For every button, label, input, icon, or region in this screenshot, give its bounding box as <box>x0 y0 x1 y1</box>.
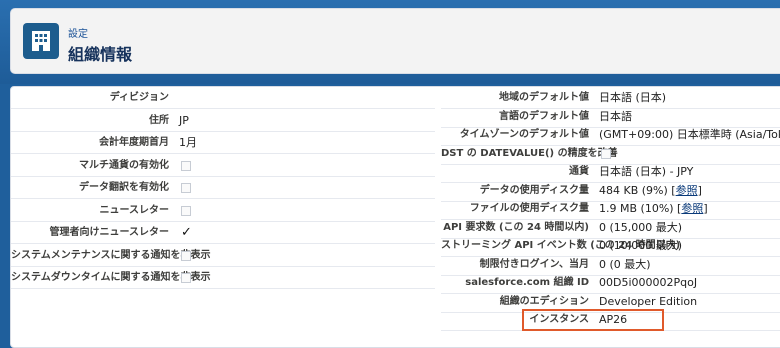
field-label: システムダウンタイムに関する通知を非表示 <box>11 272 211 283</box>
field-label: 管理者向けニュースレター <box>49 227 170 238</box>
left-field-row: ニュースレター <box>11 200 435 222</box>
checkbox-unchecked <box>181 183 191 193</box>
view-link[interactable]: 参照 <box>676 184 698 197</box>
left-field-row: 住所 JP <box>11 110 435 132</box>
left-field-row: データ翻訳を有効化 <box>11 177 435 199</box>
field-value: JP <box>179 113 189 127</box>
org-info-panel: ディビジョン住所 JP 会計年度期首月 1月 マルチ通貨の有効化 データ翻訳を有効化ニュー… <box>10 86 780 348</box>
checkbox-unchecked <box>181 160 191 171</box>
left-field-row: システムダウンタイムに関する通知を非表示 <box>11 267 435 289</box>
view-link[interactable]: 参照 <box>681 202 703 215</box>
breadcrumb[interactable]: 設定 <box>68 25 88 40</box>
left-field-row: マルチ通貨の有効化 <box>11 155 435 177</box>
checkmark-icon: ✓ <box>181 225 192 240</box>
field-value: 1月 <box>179 136 197 149</box>
left-field-row: 管理者向けニュースレター ✓ <box>11 222 435 244</box>
field-label: システムメンテナンスに関する通知を非表示 <box>11 249 211 261</box>
page-title: 組織情報 <box>68 45 133 64</box>
instance-highlight-box <box>522 309 664 331</box>
checkbox-unchecked <box>181 250 191 261</box>
field-label: ニュースレター <box>99 204 170 216</box>
field-label: データ翻訳を有効化 <box>79 182 169 193</box>
checkbox-unchecked <box>181 205 191 216</box>
field-label: 住所 <box>149 114 169 126</box>
field-label: 会計年度期首月 <box>99 137 169 148</box>
building-icon <box>23 23 59 59</box>
left-field-row: 会計年度期首月 1月 <box>11 132 435 154</box>
checkbox-unchecked <box>181 273 191 283</box>
checkbox-unchecked <box>601 148 611 159</box>
field-label: マルチ通貨の有効化 <box>79 159 169 171</box>
page-header: 設定 組織情報 <box>10 8 780 74</box>
left-field-row: システムメンテナンスに関する通知を非表示 <box>11 245 435 267</box>
field-label: ディビジョン <box>109 92 169 103</box>
left-field-row: ディビジョン <box>11 87 435 109</box>
